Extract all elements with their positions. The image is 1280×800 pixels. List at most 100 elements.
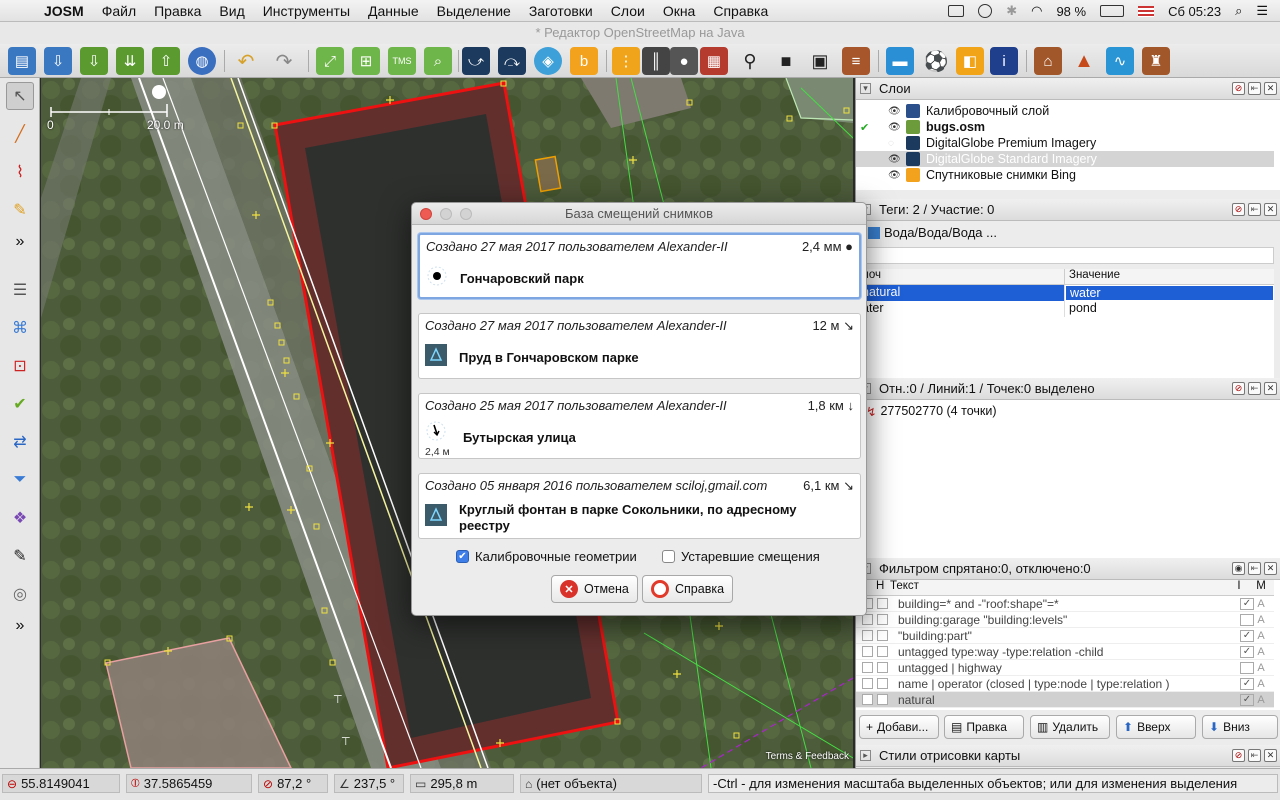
improve-way-icon[interactable]: ⌇ <box>6 158 34 186</box>
railway-icon[interactable]: ≡ <box>842 47 870 75</box>
minimize-window-icon[interactable] <box>440 208 452 220</box>
filter-row[interactable]: building=* and -"roof:shape"=* ✓ A <box>856 596 1274 612</box>
download-icon[interactable]: ⇩ <box>80 47 108 75</box>
menu-help[interactable]: Справка <box>713 3 768 19</box>
filter-hide-checkbox[interactable] <box>877 694 888 705</box>
selection-toggle-icon[interactable]: ⊡ <box>6 352 34 380</box>
notification-center-icon[interactable]: ☰ <box>1256 3 1268 19</box>
eye-icon[interactable]: 👁 <box>888 106 902 117</box>
filter-invert[interactable] <box>1240 613 1254 626</box>
filter-invert[interactable]: ✓ <box>1240 693 1254 706</box>
wall-icon[interactable]: ▦ <box>700 47 728 75</box>
menu-edit[interactable]: Правка <box>154 3 201 19</box>
eye-icon[interactable]: ◉ <box>1232 562 1245 575</box>
traffic-light-icon[interactable]: ⋮ <box>612 47 640 75</box>
pin-icon[interactable]: ⇤ <box>1248 382 1261 395</box>
move-up-button[interactable]: ⬆ Вверх <box>1116 715 1196 739</box>
menu-view[interactable]: Вид <box>219 3 244 19</box>
car-icon[interactable]: ■ <box>772 47 800 75</box>
download-area-icon[interactable]: ⇊ <box>116 47 144 75</box>
menu-data[interactable]: Данные <box>368 3 419 19</box>
minimize-icon[interactable]: ✕ <box>1264 82 1277 95</box>
offset-db-icon[interactable]: ⤼ <box>498 47 526 75</box>
close-icon[interactable]: ⊘ <box>1232 203 1245 216</box>
open-file-icon[interactable]: ▤ <box>8 47 36 75</box>
map-paint-styles-icon[interactable]: ❖ <box>6 504 34 532</box>
football-icon[interactable]: ⚽ <box>922 47 950 75</box>
validation-toggle-icon[interactable]: ✔ <box>6 390 34 418</box>
filter-hide-checkbox[interactable] <box>877 662 888 673</box>
filter-row[interactable]: untagged type:way -type:relation -child ✓… <box>856 644 1274 660</box>
filter-row[interactable]: building:garage "building:levels" A <box>856 612 1274 628</box>
filter-hide-checkbox[interactable] <box>877 678 888 689</box>
dialog-titlebar[interactable]: База смещений снимков <box>412 203 866 225</box>
filter-enable-checkbox[interactable] <box>862 630 873 641</box>
minimize-icon[interactable]: ✕ <box>1264 749 1277 762</box>
filter-hide-checkbox[interactable] <box>877 614 888 625</box>
wifi-icon[interactable]: ◠ <box>1031 3 1042 19</box>
filter-col-m[interactable]: M <box>1250 580 1272 595</box>
waterway-icon[interactable]: ∿ <box>1106 47 1134 75</box>
tags-toggle-icon[interactable]: ⌘ <box>6 314 34 342</box>
layer-row[interactable]: ✔ 👁 bugs.osm <box>856 119 1274 135</box>
road-icon[interactable]: ║ <box>642 47 670 75</box>
zoom-to-selection-icon[interactable]: ⊞ <box>352 47 380 75</box>
zoom-to-data-icon[interactable]: ⤢ <box>316 47 344 75</box>
close-icon[interactable]: ⊘ <box>1232 749 1245 762</box>
filter-col-text[interactable]: Текст <box>886 580 1228 595</box>
pin-icon[interactable]: ⇤ <box>1248 749 1261 762</box>
menu-windows[interactable]: Окна <box>663 3 696 19</box>
preset-link[interactable]: Вода/Вода/Вода ... <box>868 225 997 240</box>
search-icon[interactable]: ⌕ <box>424 47 452 75</box>
display-icon[interactable] <box>948 5 965 17</box>
pin-icon[interactable]: ⇤ <box>1248 562 1261 575</box>
pencil-icon[interactable]: ✎ <box>6 196 34 224</box>
castle-icon[interactable]: ♜ <box>1142 47 1170 75</box>
checkbox-checked-icon[interactable]: ✔ <box>456 550 469 563</box>
imagery-offset-icon[interactable]: ⤻ <box>462 47 490 75</box>
wms-tms-icon[interactable]: TMS <box>388 47 416 75</box>
filter-row[interactable]: natural ✓ A <box>856 692 1274 708</box>
crossing-icon[interactable]: ● <box>670 47 698 75</box>
terms-link[interactable]: Terms & Feedback <box>766 751 849 762</box>
select-tool-icon[interactable]: ↖ <box>6 82 34 110</box>
filter-invert[interactable] <box>1240 661 1254 674</box>
conflict-toggle-icon[interactable]: ⇄ <box>6 428 34 456</box>
save-icon[interactable]: ⇩ <box>44 47 72 75</box>
globe-icon[interactable]: ◍ <box>188 47 216 75</box>
layers-panel-header[interactable]: ▾ Слои ⊘ ⇤ ✕ <box>856 78 1280 100</box>
offset-item[interactable]: Создано 05 января 2016 пользователем sci… <box>418 473 861 539</box>
clock[interactable]: Сб 05:23 <box>1168 4 1221 19</box>
flag-icon[interactable] <box>1138 5 1155 17</box>
layer-row[interactable]: 👁 DigitalGlobe Standard Imagery <box>856 151 1274 167</box>
more-toggles-icon[interactable]: » <box>6 612 34 640</box>
checkbox-unchecked-icon[interactable] <box>662 550 675 563</box>
tags-search[interactable] <box>856 247 1274 264</box>
close-icon[interactable]: ⊘ <box>1232 382 1245 395</box>
eye-icon[interactable]: 👁 <box>888 170 902 181</box>
spotlight-icon[interactable]: ⌕ <box>1235 3 1242 19</box>
bicycle-icon[interactable]: ⚲ <box>736 47 764 75</box>
eye-hidden-icon[interactable]: ◌ <box>888 138 902 149</box>
menu-selection[interactable]: Выделение <box>437 3 511 19</box>
filter-enable-checkbox[interactable] <box>862 646 873 657</box>
upload-icon[interactable]: ⇧ <box>152 47 180 75</box>
more-tools-icon[interactable]: » <box>6 228 34 256</box>
offset-item[interactable]: Создано 27 мая 2017 пользователем Alexan… <box>418 233 861 299</box>
styles-panel-header[interactable]: ▸ Стили отрисовки карты ⊘ ⇤ ✕ <box>856 745 1280 767</box>
filter-hide-checkbox[interactable] <box>877 598 888 609</box>
minimize-icon[interactable]: ✕ <box>1264 562 1277 575</box>
cancel-button[interactable]: ✕ Отмена <box>551 575 638 603</box>
filter-invert[interactable]: ✓ <box>1240 677 1254 690</box>
cube-icon[interactable]: ◈ <box>534 47 562 75</box>
pin-icon[interactable]: ⇤ <box>1248 203 1261 216</box>
add-filter-button[interactable]: + Добави... <box>859 715 939 739</box>
selection-item[interactable]: ↯ 277502770 (4 точки) <box>866 404 997 419</box>
tags-panel-header[interactable]: ▾ Теги: 2 / Участие: 0 ⊘⇤✕ <box>856 199 1280 221</box>
time-machine-icon[interactable] <box>978 4 993 18</box>
collapse-icon[interactable]: ▾ <box>860 83 871 94</box>
deprecated-offsets-checkbox[interactable]: Устаревшие смещения <box>662 549 820 564</box>
wiki-toggle-icon[interactable]: ◎ <box>6 580 34 608</box>
redo-icon[interactable]: ↷ <box>270 47 298 75</box>
filter-invert[interactable]: ✓ <box>1240 597 1254 610</box>
